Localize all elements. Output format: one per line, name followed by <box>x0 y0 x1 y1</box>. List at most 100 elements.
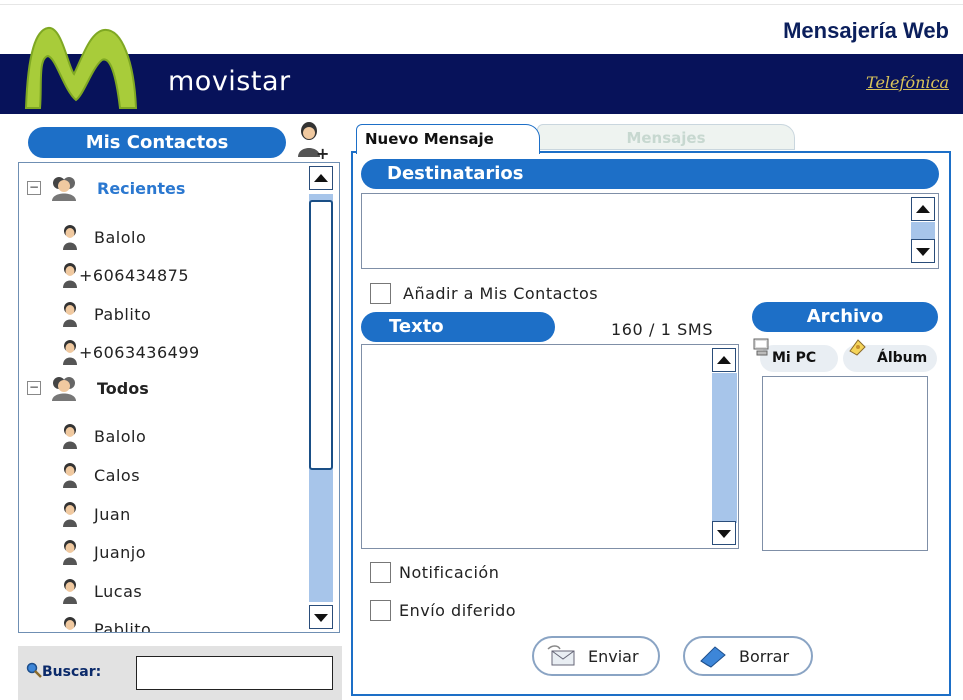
group-label: Recientes <box>97 178 186 198</box>
person-icon <box>63 579 77 604</box>
contact-name: +606434875 <box>79 265 190 285</box>
message-textarea[interactable] <box>361 344 739 549</box>
deferred-checkbox[interactable] <box>370 600 391 621</box>
arrow-down-icon <box>916 248 930 256</box>
recipients-header: Destinatarios <box>361 159 939 189</box>
search-label: Buscar: <box>26 662 101 680</box>
tab-mensajes[interactable]: Mensajes <box>537 124 795 150</box>
contacts-scrollbar[interactable] <box>306 164 336 631</box>
person-icon <box>63 263 77 288</box>
search-icon <box>26 662 42 678</box>
contact-name: Balolo <box>94 227 147 247</box>
send-label: Enviar <box>588 646 639 666</box>
my-pc-label: Mi PC <box>772 350 817 366</box>
scroll-down-button[interactable] <box>911 239 935 263</box>
contact-row[interactable]: Pablito <box>19 299 304 329</box>
sms-counter: 160 / 1 SMS <box>611 320 714 339</box>
notification-checkbox[interactable] <box>370 562 391 583</box>
brand-name: movistar <box>168 66 291 97</box>
contact-row[interactable]: Balolo <box>19 222 304 252</box>
add-to-contacts-label: Añadir a Mis Contactos <box>403 284 599 303</box>
contacts-list[interactable]: − Recientes Balolo +606434875 Pablito +6… <box>18 162 340 633</box>
contact-name: +6063436499 <box>79 342 200 362</box>
scroll-up-button[interactable] <box>309 166 333 190</box>
contact-row[interactable]: Juan <box>19 499 304 529</box>
arrow-down-icon <box>717 530 731 538</box>
person-icon <box>64 617 76 630</box>
header: Mensajería Web movistar Telefónica <box>0 0 963 115</box>
group-label: Todos <box>97 378 149 398</box>
attachments-list[interactable] <box>762 376 928 551</box>
album-icon <box>849 339 866 356</box>
clear-button[interactable]: Borrar <box>683 636 813 676</box>
person-icon <box>63 463 77 488</box>
person-icon <box>63 502 77 527</box>
send-button[interactable]: Enviar <box>532 636 660 676</box>
scroll-track[interactable] <box>309 194 333 602</box>
partner-logo[interactable]: Telefónica <box>866 73 949 92</box>
contact-name: Calos <box>94 465 141 485</box>
collapse-icon[interactable]: − <box>27 181 41 195</box>
person-icon <box>63 225 77 250</box>
my-pc-button[interactable]: Mi PC <box>753 338 838 372</box>
add-contact-icon[interactable]: + <box>294 121 328 161</box>
search-input[interactable] <box>136 656 333 690</box>
contact-name: Lucas <box>94 581 143 601</box>
contact-row[interactable]: +606434875 <box>19 260 304 290</box>
notification-option[interactable]: Notificación <box>370 562 499 583</box>
album-button[interactable]: Álbum <box>843 339 937 372</box>
envelope-icon <box>547 645 575 666</box>
contact-name: Juan <box>94 504 131 524</box>
contact-name: Juanjo <box>94 542 147 562</box>
eraser-icon <box>700 646 726 668</box>
arrow-up-icon <box>314 174 328 182</box>
contact-name: Pablito <box>94 304 152 324</box>
group-recientes[interactable]: − Recientes <box>19 173 304 203</box>
arrow-down-icon <box>314 614 328 622</box>
scroll-track[interactable] <box>712 373 737 523</box>
contact-row[interactable]: Juanjo <box>19 537 304 567</box>
tab-nuevo-mensaje[interactable]: Nuevo Mensaje <box>356 124 540 154</box>
recipients-field[interactable] <box>361 193 939 269</box>
movistar-logo-icon <box>24 27 138 109</box>
scroll-down-button[interactable] <box>309 605 333 629</box>
deferred-option[interactable]: Envío diferido <box>370 600 516 621</box>
app-title: Mensajería Web <box>783 18 949 43</box>
contact-row[interactable]: +6063436499 <box>19 337 304 367</box>
contact-row[interactable]: Pablito <box>19 614 304 633</box>
message-scrollbar[interactable] <box>711 345 738 547</box>
contact-name: Pablito <box>94 619 152 633</box>
contact-row[interactable]: Lucas <box>19 576 304 606</box>
album-label: Álbum <box>877 350 928 366</box>
notification-label: Notificación <box>399 563 500 582</box>
contact-name: Balolo <box>94 426 147 446</box>
person-icon <box>63 424 77 449</box>
person-icon <box>63 540 77 565</box>
contact-row[interactable]: Calos <box>19 460 304 490</box>
recipients-scrollbar[interactable] <box>910 196 936 266</box>
person-icon <box>63 302 77 327</box>
clear-label: Borrar <box>739 646 790 666</box>
arrow-up-icon <box>916 205 930 213</box>
svg-text:+: + <box>316 144 328 161</box>
contacts-title: Mis Contactos <box>28 127 286 158</box>
header-divider <box>0 4 963 5</box>
add-to-contacts-checkbox[interactable] <box>370 283 391 304</box>
file-header: Archivo <box>752 302 938 332</box>
collapse-icon[interactable]: − <box>27 381 41 395</box>
scroll-up-button[interactable] <box>911 197 935 221</box>
text-header: Texto <box>361 312 555 342</box>
group-todos[interactable]: − Todos <box>19 373 304 403</box>
group-icon <box>52 177 76 201</box>
scroll-down-button[interactable] <box>712 521 736 545</box>
group-icon <box>52 377 76 401</box>
contact-row[interactable]: Balolo <box>19 421 304 451</box>
scroll-thumb[interactable] <box>309 200 333 470</box>
add-to-contacts-option[interactable]: Añadir a Mis Contactos <box>370 283 598 304</box>
search-label-text: Buscar: <box>42 664 102 680</box>
scroll-track[interactable] <box>911 222 935 239</box>
deferred-label: Envío diferido <box>399 601 517 620</box>
arrow-up-icon <box>717 356 731 364</box>
scroll-up-button[interactable] <box>712 348 736 372</box>
search-area: Buscar: <box>18 646 342 700</box>
